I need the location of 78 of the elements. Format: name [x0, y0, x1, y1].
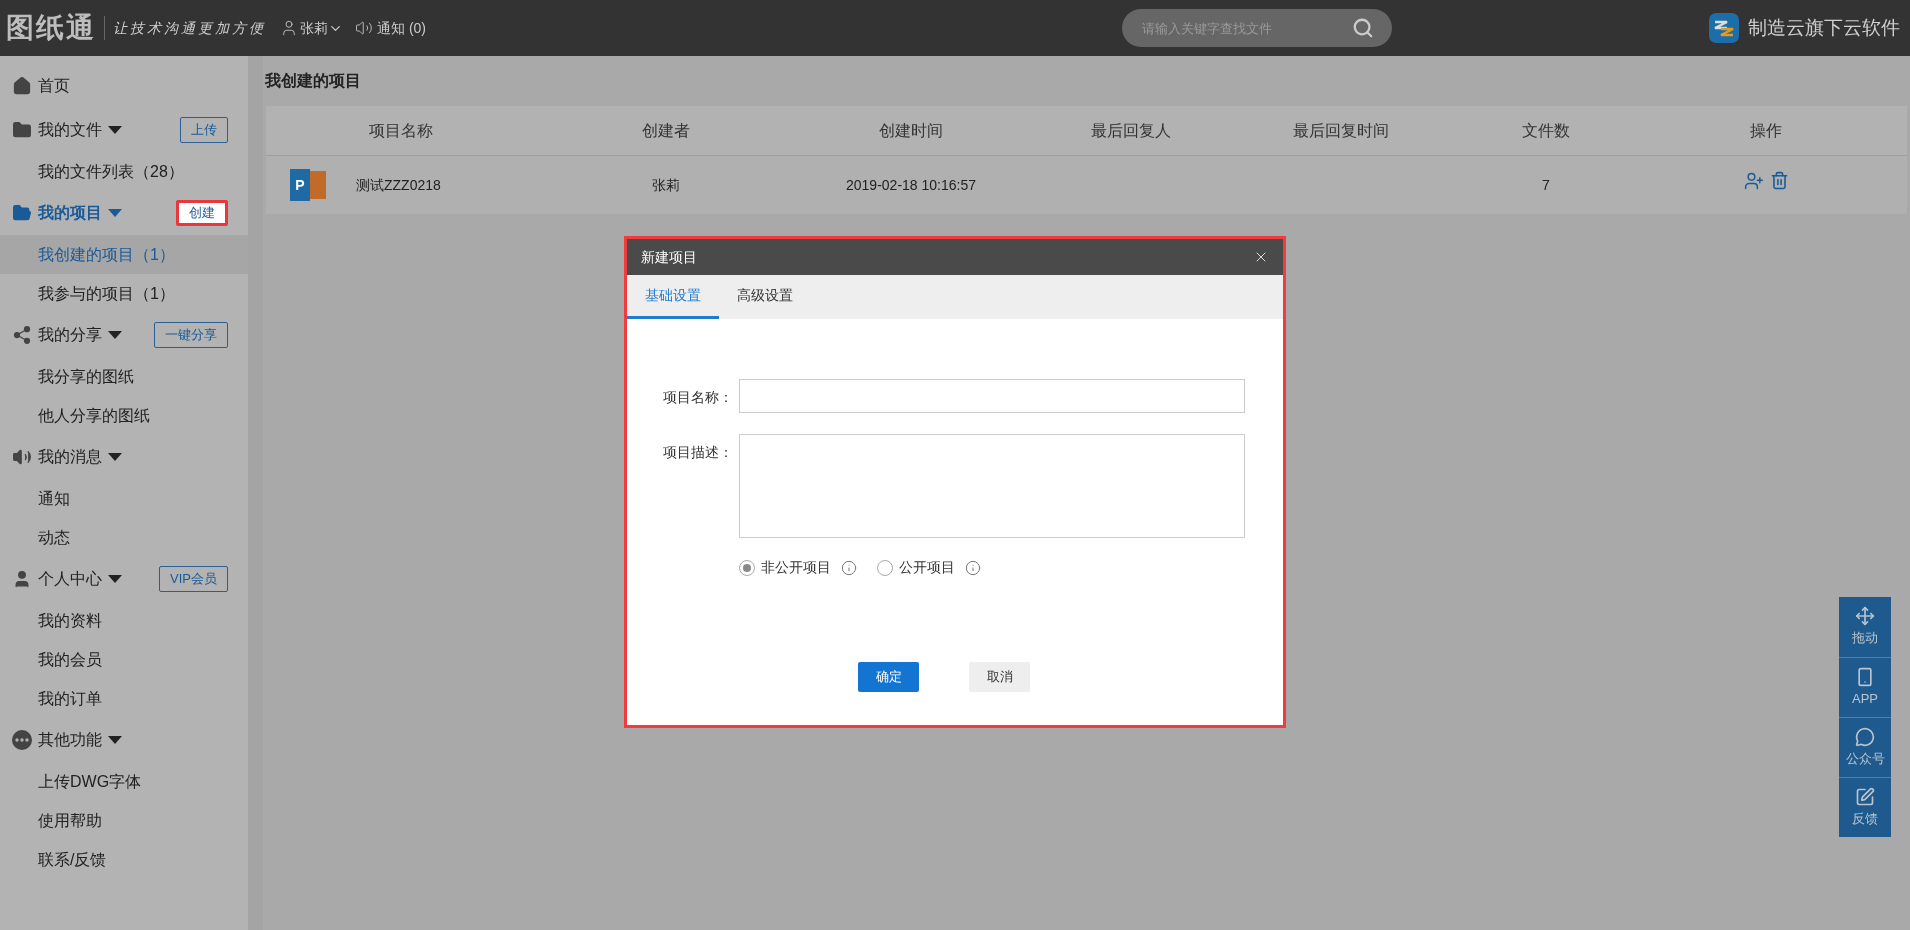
- notice-link[interactable]: 通知 (0): [377, 17, 426, 39]
- search-icon[interactable]: [1352, 17, 1374, 39]
- caret-icon: [108, 209, 122, 217]
- radio-button[interactable]: [739, 559, 755, 576]
- column-header: 操作: [1750, 120, 1782, 141]
- brand-name: 制造云旗下云软件: [1748, 15, 1900, 40]
- field-label: 项目名称：: [663, 388, 734, 407]
- delete-icon[interactable]: [1769, 171, 1789, 190]
- project-name[interactable]: 测试ZZZ0218: [356, 174, 441, 196]
- sidebar-group[interactable]: 个人中心: [12, 567, 122, 591]
- sidebar-item[interactable]: 我的订单: [0, 679, 248, 718]
- sidebar-item[interactable]: 他人分享的图纸: [0, 396, 248, 435]
- column-header: 最后回复人: [1091, 120, 1171, 141]
- slogan: 让技术沟通更加方便: [113, 18, 266, 38]
- sidebar-group[interactable]: 我的文件: [12, 118, 122, 142]
- sidebar-group[interactable]: 其他功能: [12, 728, 122, 752]
- column-header: 项目名称: [369, 120, 433, 141]
- radio-label: 非公开项目: [761, 558, 831, 577]
- sidebar-item[interactable]: 我的资料: [0, 601, 248, 640]
- info-icon[interactable]: [841, 559, 857, 576]
- info-icon[interactable]: [965, 559, 981, 576]
- description-field[interactable]: [739, 434, 1245, 538]
- chat-icon: [1855, 726, 1875, 747]
- share-icon: [12, 325, 32, 345]
- float-bar-button[interactable]: 拖动: [1839, 597, 1891, 657]
- caret-icon: [108, 126, 122, 134]
- caret-icon: [108, 331, 122, 339]
- brand-logo-icon: [1708, 12, 1740, 44]
- dialog-tab[interactable]: 高级设置: [719, 275, 811, 319]
- more-icon: [12, 730, 32, 750]
- logo: 图纸通: [6, 11, 96, 45]
- table-cell-text: 2019-02-18 10:16:57: [846, 175, 976, 195]
- speaker-icon: [355, 19, 373, 37]
- field-label: 项目描述：: [663, 443, 734, 462]
- sidebar-action-button[interactable]: 上传: [180, 117, 228, 143]
- sidebar-item[interactable]: 通知: [0, 479, 248, 518]
- folder-icon: [12, 120, 32, 140]
- sidebar-item[interactable]: 我的文件列表（28）: [0, 152, 248, 191]
- caret-icon: [108, 575, 122, 583]
- column-header: 最后回复时间: [1293, 120, 1389, 141]
- page-title: 我创建的项目: [265, 71, 361, 91]
- sidebar-action-button[interactable]: 创建: [176, 200, 228, 226]
- home-icon: [12, 76, 32, 96]
- table-cell-text: 7: [1542, 175, 1550, 195]
- sidebar-group[interactable]: 我的分享: [12, 323, 122, 347]
- column-header: 文件数: [1522, 120, 1570, 141]
- user-icon: [280, 19, 298, 37]
- cancel-button[interactable]: 取消: [969, 662, 1030, 692]
- user-menu[interactable]: 张莉: [300, 17, 343, 39]
- sidebar-item[interactable]: 上传DWG字体: [0, 762, 248, 801]
- radio-label: 公开项目: [899, 558, 955, 577]
- edit-icon: [1855, 786, 1875, 807]
- sidebar-item[interactable]: 我参与的项目（1）: [0, 274, 248, 313]
- confirm-button[interactable]: 确定: [858, 662, 919, 692]
- phone-icon: [1855, 666, 1875, 687]
- sidebar-item[interactable]: 联系/反馈: [0, 840, 248, 879]
- column-header: 创建者: [642, 120, 690, 141]
- float-bar-button[interactable]: 公众号: [1839, 717, 1891, 777]
- sidebar-item[interactable]: 动态: [0, 518, 248, 557]
- sidebar-item[interactable]: 使用帮助: [0, 801, 248, 840]
- sidebar-item[interactable]: 我分享的图纸: [0, 357, 248, 396]
- speaker-icon: [12, 447, 32, 467]
- sidebar-item[interactable]: 我的会员: [0, 640, 248, 679]
- move-icon: [1855, 606, 1875, 627]
- caret-icon: [108, 453, 122, 461]
- dialog-title: 新建项目: [641, 247, 697, 267]
- table-cell-text: 张莉: [652, 175, 680, 195]
- column-header: 创建时间: [879, 120, 943, 141]
- caret-icon: [108, 736, 122, 744]
- sidebar-action-button[interactable]: 一键分享: [154, 322, 228, 348]
- radio-button[interactable]: [877, 559, 893, 576]
- add-member-icon[interactable]: [1743, 171, 1764, 191]
- folder-icon: [12, 203, 32, 223]
- sidebar-group[interactable]: 我的消息: [12, 445, 122, 469]
- float-bar-button[interactable]: 反馈: [1839, 777, 1891, 837]
- float-bar-button[interactable]: APP: [1839, 657, 1891, 717]
- sidebar-group[interactable]: 首页: [12, 74, 70, 98]
- name-field[interactable]: [739, 379, 1245, 413]
